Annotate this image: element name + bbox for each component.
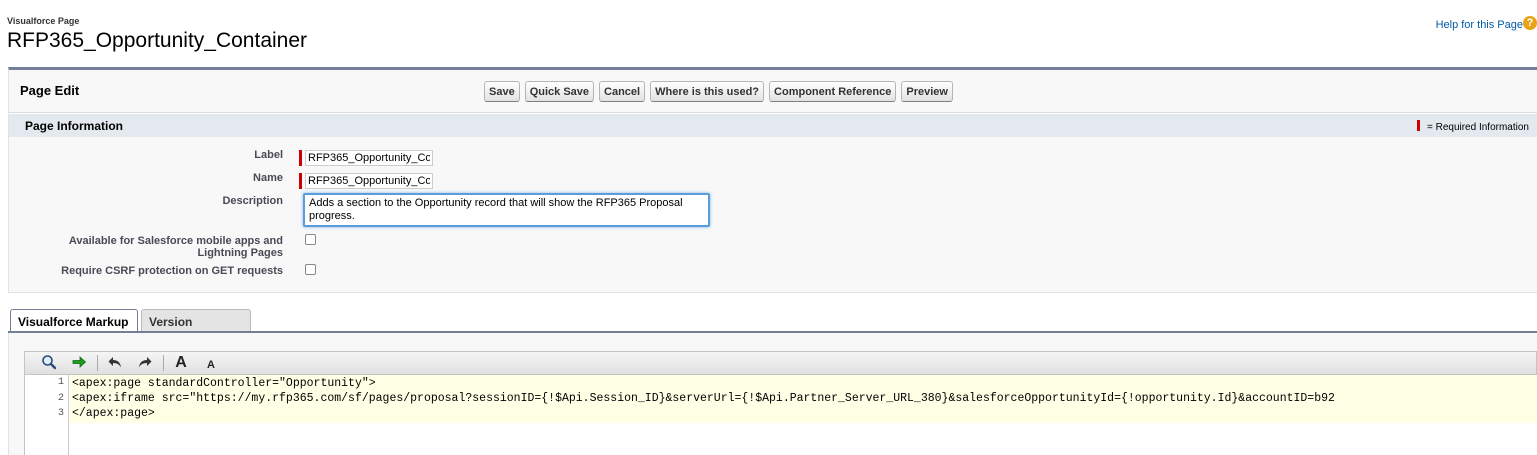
code-line: </apex:page>: [72, 407, 155, 420]
preview-button[interactable]: Preview: [901, 81, 953, 102]
label-input[interactable]: [305, 150, 433, 166]
font-increase-icon[interactable]: A: [171, 354, 191, 372]
page-information-title: Page Information: [25, 119, 124, 133]
required-legend-text: = Required Information: [1426, 122, 1529, 133]
redo-icon[interactable]: [135, 354, 155, 372]
page-edit-title: Page Edit: [20, 83, 80, 98]
cancel-button[interactable]: Cancel: [599, 81, 646, 102]
required-legend: = Required Information: [1416, 120, 1529, 133]
help-icon[interactable]: ?: [1523, 16, 1537, 30]
csrf-checkbox[interactable]: [305, 264, 316, 275]
line-number-gutter: 1 2 3: [25, 375, 69, 455]
name-input[interactable]: [305, 173, 433, 189]
line-number: 2: [57, 393, 64, 404]
quick-save-button[interactable]: Quick Save: [524, 81, 595, 102]
code-editor[interactable]: 1 2 3 <apex:page standardController="Opp…: [24, 375, 1537, 455]
page-edit-panel: Page Edit Save Quick Save Cancel Where i…: [8, 67, 1537, 293]
line-number: 3: [57, 408, 64, 419]
code-content[interactable]: <apex:page standardController="Opportuni…: [70, 375, 1537, 423]
required-indicator: [299, 173, 302, 189]
code-line: <apex:iframe src="https://my.rfp365.com/…: [72, 392, 1335, 405]
editor-toolbar: A A: [24, 351, 1537, 375]
where-used-button[interactable]: Where is this used?: [650, 81, 765, 102]
line-number: 1: [57, 377, 64, 388]
mobile-field-label: Available for Salesforce mobile apps and…: [68, 235, 283, 259]
description-field-label: Description: [222, 195, 283, 207]
toolbar-separator: [97, 355, 98, 371]
toolbar-separator: [163, 355, 164, 371]
undo-icon[interactable]: [105, 354, 125, 372]
name-field-label: Name: [253, 172, 283, 184]
tab-visualforce-markup[interactable]: Visualforce Markup: [10, 309, 138, 333]
csrf-field-label: Require CSRF protection on GET requests: [61, 265, 283, 277]
font-decrease-icon[interactable]: A: [201, 356, 221, 374]
search-icon[interactable]: [39, 354, 59, 372]
tab-version-settings[interactable]: Version Settings: [141, 309, 251, 343]
save-button[interactable]: Save: [484, 81, 520, 102]
mobile-checkbox[interactable]: [305, 234, 316, 245]
help-link[interactable]: Help for this Page: [1436, 19, 1523, 31]
page-title: RFP365_Opportunity_Container: [7, 29, 308, 52]
label-field-label: Label: [254, 149, 283, 161]
page-information-section: Page Information = Required Information: [9, 113, 1537, 137]
required-mark-icon: [1416, 120, 1420, 131]
component-reference-button[interactable]: Component Reference: [769, 81, 897, 102]
go-to-line-icon[interactable]: [69, 354, 89, 372]
description-textarea[interactable]: Adds a section to the Opportunity record…: [303, 193, 710, 227]
button-bar: Save Quick Save Cancel Where is this use…: [484, 81, 953, 102]
page-type-label: Visualforce Page: [7, 16, 80, 26]
code-line: <apex:page standardController="Opportuni…: [72, 377, 376, 390]
page-edit-header: Page Edit Save Quick Save Cancel Where i…: [9, 70, 1537, 113]
required-indicator: [299, 150, 302, 166]
